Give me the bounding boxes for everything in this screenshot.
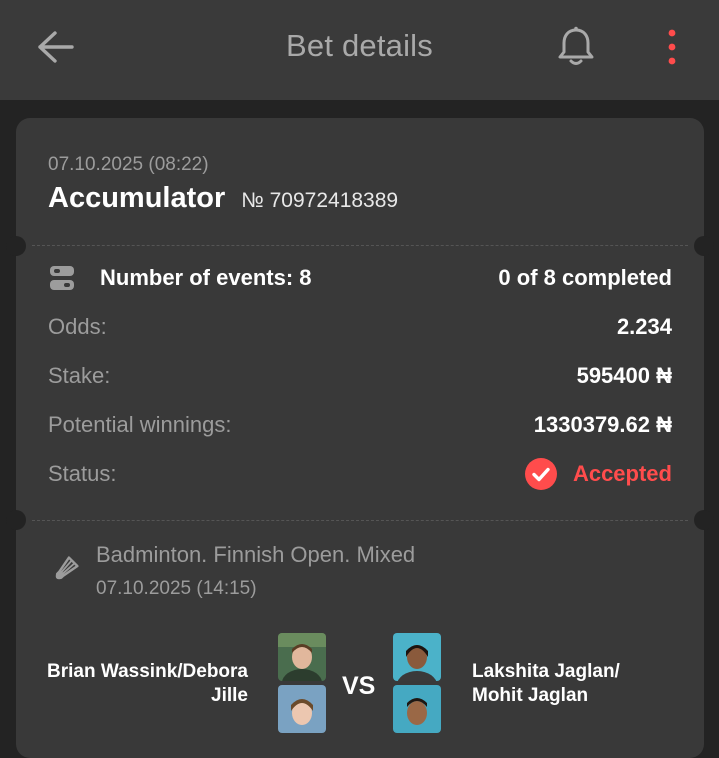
stake-value: 595400 ₦ bbox=[576, 363, 672, 388]
team1-line: Jille bbox=[211, 685, 248, 706]
event-title: Badminton. Finnish Open. Mixed bbox=[96, 542, 416, 567]
notifications-button[interactable] bbox=[552, 22, 600, 72]
bet-datetime: 07.10.2025 (08:22) bbox=[48, 154, 209, 175]
player-avatar bbox=[278, 633, 326, 681]
card-notch bbox=[694, 236, 714, 256]
player-avatar bbox=[393, 633, 441, 681]
bet-type: Accumulator bbox=[48, 182, 226, 214]
odds-row: Odds: 2.234 bbox=[48, 312, 672, 342]
more-options-button[interactable] bbox=[656, 24, 688, 70]
card-notch bbox=[6, 510, 26, 530]
top-app-bar: Bet details bbox=[0, 0, 719, 100]
team1-line: Brian Wassink/Debora bbox=[47, 661, 248, 682]
odds-value: 2.234 bbox=[616, 314, 672, 339]
status-badge: Accepted bbox=[524, 458, 672, 490]
dashed-divider bbox=[32, 520, 688, 521]
shuttlecock-icon bbox=[55, 556, 79, 580]
event-datetime: 07.10.2025 (14:15) bbox=[96, 578, 257, 599]
team2-name: Lakshita Jaglan/ Mohit Jaglan bbox=[472, 660, 692, 708]
versus-label: VS bbox=[342, 672, 376, 700]
page-title: Bet details bbox=[286, 28, 433, 63]
status-row: Status: Accepted bbox=[48, 458, 672, 490]
stake-label: Stake: bbox=[48, 363, 111, 388]
events-count: Number of events: 8 bbox=[100, 265, 312, 290]
team2-line: Lakshita Jaglan/ bbox=[472, 661, 620, 682]
team1-name: Brian Wassink/Debora Jille bbox=[44, 660, 248, 708]
bet-heading: Accumulator № 70972418389 bbox=[48, 182, 398, 215]
player-avatar bbox=[278, 685, 326, 733]
player-avatar bbox=[393, 685, 441, 733]
card-notch bbox=[694, 510, 714, 530]
bet-number: № 70972418389 bbox=[241, 189, 399, 212]
events-list-icon bbox=[50, 266, 74, 290]
bell-icon bbox=[558, 26, 594, 65]
events-row[interactable]: Number of events: 8 0 of 8 completed bbox=[48, 263, 672, 293]
odds-label: Odds: bbox=[48, 314, 107, 339]
winnings-row: Potential winnings: 1330379.62 ₦ bbox=[48, 410, 672, 440]
more-vertical-icon bbox=[668, 29, 676, 65]
events-progress: 0 of 8 completed bbox=[498, 265, 672, 290]
winnings-value: 1330379.62 ₦ bbox=[533, 412, 672, 437]
dashed-divider bbox=[32, 245, 688, 246]
stake-row: Stake: 595400 ₦ bbox=[48, 361, 672, 391]
status-value: Accepted bbox=[572, 461, 672, 486]
winnings-label: Potential winnings: bbox=[48, 412, 232, 437]
status-label: Status: bbox=[48, 461, 117, 486]
check-circle-icon bbox=[524, 458, 557, 490]
team2-line: Mohit Jaglan bbox=[472, 685, 589, 706]
bet-card: 07.10.2025 (08:22) Accumulator № 7097241… bbox=[6, 118, 714, 758]
card-notch bbox=[6, 236, 26, 256]
events-summary: Number of events: 8 bbox=[48, 264, 312, 292]
